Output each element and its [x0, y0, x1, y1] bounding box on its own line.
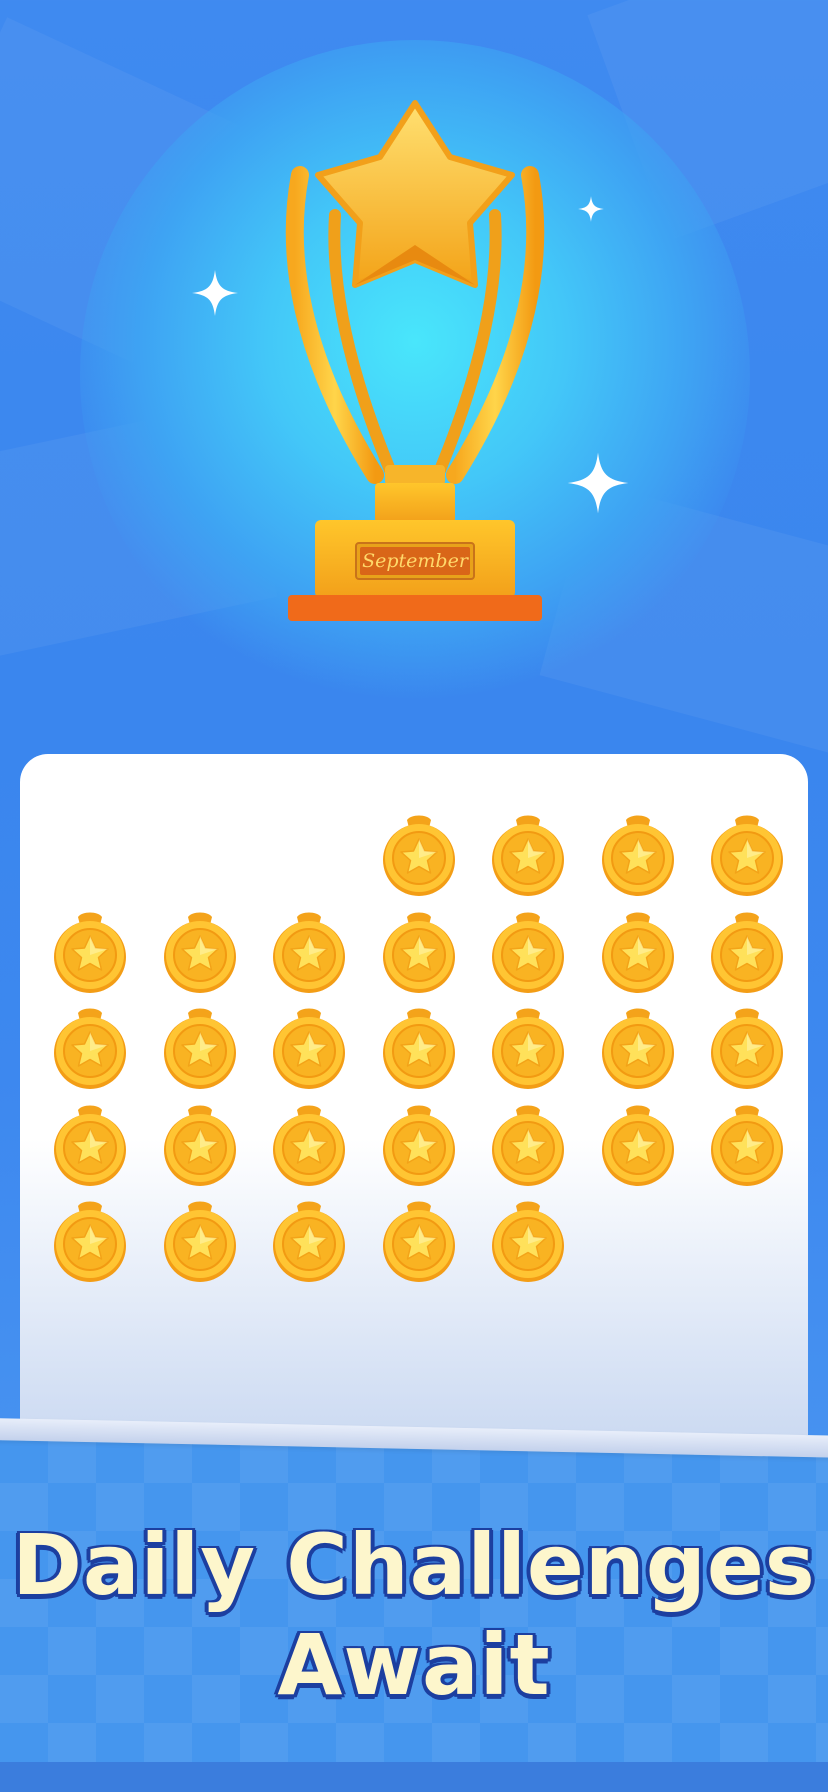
- trophy-plaque-text: September: [362, 550, 470, 572]
- star-medal-icon: [261, 1098, 357, 1195]
- empty-medal-slot: [42, 808, 138, 905]
- star-medal-icon: [261, 905, 357, 1002]
- star-medal-icon: [480, 1194, 576, 1291]
- star-medal-icon: [371, 1098, 467, 1195]
- star-medal-icon: [42, 905, 138, 1002]
- star-medal-icon: [152, 1194, 248, 1291]
- empty-medal-slot: [699, 1194, 795, 1291]
- medal-collection-card: [20, 754, 808, 1454]
- hero-section: September: [0, 0, 828, 760]
- sparkle-icon: [567, 452, 629, 514]
- star-medal-icon: [699, 905, 795, 1002]
- empty-medal-slot: [590, 1194, 686, 1291]
- star-medal-icon: [261, 1194, 357, 1291]
- star-medal-icon: [261, 1001, 357, 1098]
- headline-line-1: Daily Challenges: [12, 1516, 816, 1614]
- star-medal-icon: [480, 905, 576, 1002]
- star-medal-icon: [152, 1001, 248, 1098]
- star-medal-icon: [152, 1098, 248, 1195]
- star-medal-icon: [480, 808, 576, 905]
- star-medal-icon: [699, 1098, 795, 1195]
- star-medal-icon: [590, 905, 686, 1002]
- star-medal-icon: [371, 1194, 467, 1291]
- star-medal-icon: [480, 1098, 576, 1195]
- star-medal-icon: [42, 1194, 138, 1291]
- medal-grid: [42, 808, 805, 1291]
- empty-medal-slot: [152, 808, 248, 905]
- star-medal-icon: [152, 905, 248, 1002]
- star-medal-icon: [42, 1001, 138, 1098]
- star-medal-icon: [699, 1001, 795, 1098]
- sparkle-icon: [192, 270, 238, 316]
- star-medal-icon: [590, 1098, 686, 1195]
- empty-medal-slot: [261, 808, 357, 905]
- star-medal-icon: [480, 1001, 576, 1098]
- bottom-strip: [0, 1762, 828, 1792]
- trophy-icon: September: [285, 100, 545, 621]
- star-medal-icon: [371, 1001, 467, 1098]
- star-medal-icon: [371, 808, 467, 905]
- headline: Daily Challenges Await: [0, 1515, 828, 1715]
- star-medal-icon: [590, 1001, 686, 1098]
- headline-line-2: Await: [277, 1616, 551, 1714]
- star-medal-icon: [590, 808, 686, 905]
- star-medal-icon: [371, 905, 467, 1002]
- sparkle-icon: [578, 196, 604, 222]
- star-medal-icon: [699, 808, 795, 905]
- star-medal-icon: [42, 1098, 138, 1195]
